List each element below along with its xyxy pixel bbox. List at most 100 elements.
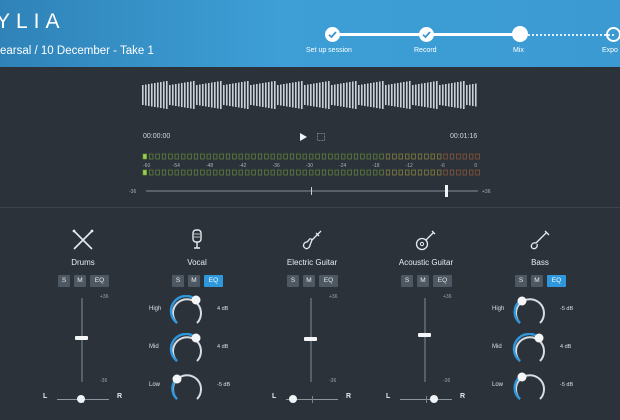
step-connector: [426, 33, 520, 36]
waveform-bar: [142, 85, 144, 105]
pan-right-label: R: [117, 393, 123, 400]
meter-segment: [341, 153, 346, 160]
loop-icon[interactable]: [316, 132, 326, 142]
pan-control[interactable]: L R: [262, 390, 362, 406]
channel-drums: Drums S M EQ +36 -36 L R: [33, 225, 133, 420]
mute-button[interactable]: M: [417, 275, 429, 287]
microphone-icon: [192, 229, 202, 249]
fader-handle[interactable]: [75, 336, 88, 340]
solo-button[interactable]: S: [172, 275, 184, 287]
waveform-bar: [460, 81, 462, 109]
eq-knob[interactable]: [512, 295, 548, 327]
fader-track[interactable]: [81, 298, 83, 382]
waveform-bar: [175, 84, 177, 106]
waveform-bar: [400, 82, 402, 108]
waveform-bar: [328, 81, 330, 109]
waveform-bar: [268, 82, 270, 108]
meter-segment: [437, 169, 442, 176]
waveform-bar: [220, 81, 222, 109]
master-min-label: -36: [129, 189, 136, 195]
meter-segment: [398, 169, 403, 176]
eq-button[interactable]: EQ: [319, 275, 338, 287]
eq-knob[interactable]: [169, 371, 205, 403]
fader-handle[interactable]: [304, 337, 317, 341]
waveform-bar: [244, 81, 246, 109]
waveform-bar: [181, 83, 183, 107]
meter-segment: [168, 169, 173, 176]
waveform-display[interactable]: [142, 80, 478, 110]
pan-handle[interactable]: [77, 395, 85, 403]
meter-segment: [225, 169, 231, 176]
eq-button[interactable]: EQ: [547, 275, 566, 287]
waveform-bar: [193, 81, 195, 109]
fader-track[interactable]: [424, 298, 426, 382]
meter-segment: [219, 169, 224, 176]
waveform-bar: [307, 84, 309, 106]
master-slider[interactable]: -36 +36: [128, 184, 498, 198]
waveform-bar: [376, 82, 378, 108]
pan-control[interactable]: L R: [376, 390, 476, 406]
eq-band-label: Mid: [492, 344, 502, 350]
eq-button[interactable]: EQ: [433, 275, 452, 287]
waveform-bar: [418, 84, 420, 106]
waveform-bar: [238, 82, 240, 108]
meter-scale-label: -54: [173, 163, 180, 169]
meter-segment: [181, 169, 186, 176]
step-setup-label[interactable]: Set up session: [306, 47, 352, 54]
step-record-label[interactable]: Record: [414, 47, 437, 54]
waveform-bar: [391, 84, 393, 106]
meter-segment: [264, 169, 269, 176]
step-setup-dot[interactable]: [325, 27, 340, 42]
meter-segment: [405, 153, 410, 160]
time-current: 00:00:00: [143, 133, 171, 140]
step-connector-pending: [528, 34, 614, 36]
eq-knob[interactable]: [512, 333, 548, 365]
eq-knob[interactable]: [512, 371, 548, 403]
pan-handle[interactable]: [430, 395, 438, 403]
step-export-label[interactable]: Expo: [602, 47, 618, 54]
fader-handle[interactable]: [418, 333, 431, 337]
eq-value: -5 dB: [217, 382, 231, 388]
waveform-bar: [259, 83, 261, 107]
meter-segment: [417, 169, 423, 176]
solo-button[interactable]: S: [515, 275, 527, 287]
solo-button[interactable]: S: [401, 275, 413, 287]
eq-button[interactable]: EQ: [204, 275, 223, 287]
waveform-bar: [184, 82, 186, 108]
waveform-bar: [166, 81, 168, 109]
step-export-dot[interactable]: [606, 27, 620, 42]
mute-button[interactable]: M: [303, 275, 315, 287]
solo-button[interactable]: S: [58, 275, 70, 287]
meter-segment: [270, 153, 275, 160]
meter-segment: [443, 169, 448, 176]
meter-segment: [251, 153, 256, 160]
meter-segment: [462, 169, 467, 176]
eq-value: 4 dB: [560, 344, 572, 350]
step-mix-label[interactable]: Mix: [513, 47, 524, 54]
eq-button[interactable]: EQ: [90, 275, 109, 287]
waveform-bar: [202, 84, 204, 106]
meter-segment: [257, 169, 263, 176]
mute-button[interactable]: M: [188, 275, 200, 287]
channel-bass: Bass S M EQ High -5 dB Mid 4 dB Low -5 d…: [490, 225, 590, 420]
pan-handle[interactable]: [289, 395, 297, 403]
master-handle[interactable]: [445, 185, 448, 197]
play-icon[interactable]: [298, 132, 308, 142]
meter-segment: [392, 153, 397, 160]
eq-knob[interactable]: [169, 295, 205, 327]
solo-button[interactable]: S: [287, 275, 299, 287]
meter-segment: [302, 169, 307, 176]
eq-knob[interactable]: [169, 333, 205, 365]
meter-segment: [302, 153, 307, 160]
pan-control[interactable]: L R: [33, 390, 133, 406]
mute-button[interactable]: M: [531, 275, 543, 287]
step-mix-dot[interactable]: [512, 26, 528, 42]
eq-band-label: High: [492, 306, 505, 312]
eq-value: 4 dB: [217, 344, 229, 350]
master-max-label: +36: [482, 189, 491, 195]
waveform-bar: [172, 84, 174, 106]
meter-segment: [238, 169, 243, 176]
mute-button[interactable]: M: [74, 275, 86, 287]
step-record-dot[interactable]: [419, 27, 434, 42]
waveform-bar: [475, 83, 477, 107]
